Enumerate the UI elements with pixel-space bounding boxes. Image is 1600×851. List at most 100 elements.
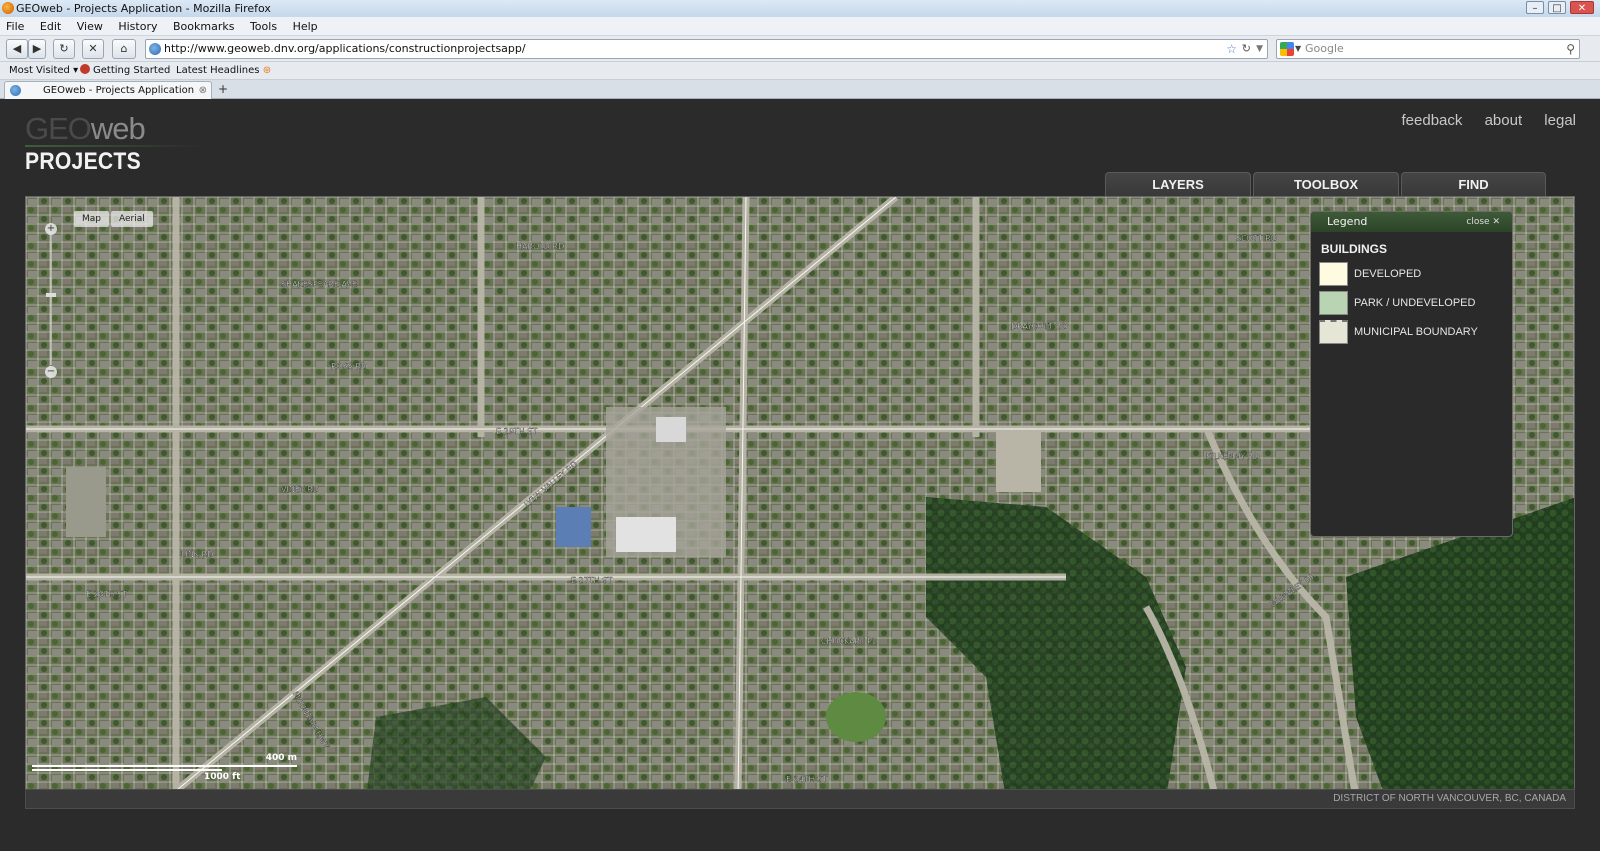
google-icon xyxy=(1280,42,1294,56)
tab-favicon-icon xyxy=(10,85,21,96)
bookmark-star-icon[interactable]: ☆ xyxy=(1226,40,1237,58)
geoweb-logo[interactable]: GEOweb xyxy=(25,111,146,147)
back-arrow-icon: ◀ xyxy=(12,42,22,55)
firefox-bookmark-icon xyxy=(80,64,90,74)
street-label: E 24TH ST xyxy=(786,775,827,784)
logo-web-text: web xyxy=(90,111,146,146)
logo-underline xyxy=(25,145,205,147)
firefox-icon xyxy=(2,2,14,14)
street-label: DRAYCOTT RD xyxy=(1011,322,1067,331)
street-label: HAROLD RD xyxy=(516,242,564,251)
street-label: SHAKESPEARE AVE xyxy=(281,280,357,289)
menu-tools[interactable]: Tools xyxy=(244,17,283,36)
legend-close-button[interactable]: close ✕ xyxy=(1466,212,1500,232)
legend-panel: Legend close ✕ BUILDINGS DEVELOPED PARK … xyxy=(1310,211,1513,537)
tab-close-icon[interactable]: ⊗ xyxy=(199,82,207,99)
stop-button[interactable]: ✕ xyxy=(82,39,104,59)
map-type-toggle: Map Aerial xyxy=(74,211,153,227)
legal-link[interactable]: legal xyxy=(1544,112,1576,129)
url-text: http://www.geoweb.dnv.org/applications/c… xyxy=(164,42,526,55)
menu-edit[interactable]: Edit xyxy=(34,17,67,36)
scale-bar-imperial xyxy=(32,769,222,771)
browser-tab[interactable]: GEOweb - Projects Application ⊗ xyxy=(4,81,212,99)
site-globe-icon xyxy=(149,43,161,55)
menu-history[interactable]: History xyxy=(112,17,163,36)
legend-swatch xyxy=(1319,262,1348,286)
street-label: ROSS RD xyxy=(331,362,367,371)
minimize-icon[interactable]: – xyxy=(1526,1,1544,14)
search-bar[interactable]: ▼ Google ⚲ xyxy=(1276,39,1580,59)
window-controls: – □ ✕ xyxy=(1526,1,1594,14)
street-label: SCOTT RD xyxy=(1236,234,1277,243)
tab-toolbox[interactable]: TOOLBOX xyxy=(1253,172,1399,197)
search-engine-dropdown-icon[interactable]: ▼ xyxy=(1295,40,1301,58)
street-label: LINK RD xyxy=(181,550,213,559)
legend-swatch xyxy=(1319,320,1348,344)
legend-label: MUNICIPAL BOUNDARY xyxy=(1354,326,1478,338)
reload-icon: ↻ xyxy=(59,42,69,55)
feedback-link[interactable]: feedback xyxy=(1402,112,1463,129)
zoom-slider-handle[interactable] xyxy=(46,293,56,297)
stop-icon: ✕ xyxy=(88,42,98,55)
rss-icon: ⊛ xyxy=(262,65,272,76)
close-icon[interactable]: ✕ xyxy=(1570,1,1594,14)
street-label: E 28TH ST xyxy=(86,590,127,599)
legend-item-developed: DEVELOPED xyxy=(1319,262,1512,286)
street-label: E 29TH ST xyxy=(496,427,537,436)
menu-file[interactable]: File xyxy=(0,17,30,36)
street-label: KILKENNY RD xyxy=(1206,452,1259,461)
tab-title: GEOweb - Projects Application xyxy=(43,85,195,96)
aerial-view-button[interactable]: Aerial xyxy=(111,211,153,227)
app-title: PROJECTS xyxy=(25,148,141,175)
legend-item-boundary: MUNICIPAL BOUNDARY xyxy=(1319,320,1512,344)
street-label: CHUCKART PL xyxy=(821,637,877,646)
bookmark-most-visited[interactable]: Most Visited ▾ xyxy=(9,62,78,80)
tab-find[interactable]: FIND xyxy=(1401,172,1546,197)
scale-bar-metric xyxy=(32,765,297,767)
about-link[interactable]: about xyxy=(1485,112,1523,129)
zoom-in-icon[interactable]: + xyxy=(45,223,57,235)
forward-button[interactable]: ▶ xyxy=(28,39,46,59)
tab-strip: GEOweb - Projects Application ⊗ + xyxy=(0,80,1600,99)
home-button[interactable]: ⌂ xyxy=(112,39,136,59)
zoom-control: + − xyxy=(44,223,58,378)
menu-bar: File Edit View History Bookmarks Tools H… xyxy=(0,17,1600,36)
zoom-out-icon[interactable]: − xyxy=(45,366,57,378)
street-label: E 27TH ST xyxy=(571,576,612,585)
reload-button[interactable]: ↻ xyxy=(53,39,75,59)
menu-bookmarks[interactable]: Bookmarks xyxy=(167,17,240,36)
legend-header: Legend close ✕ xyxy=(1311,212,1512,232)
forward-arrow-icon: ▶ xyxy=(32,42,42,55)
footer-bar: DISTRICT OF NORTH VANCOUVER, BC, CANADA xyxy=(25,789,1575,809)
legend-header-title: Legend xyxy=(1327,215,1368,228)
back-button[interactable]: ◀ xyxy=(6,39,28,59)
menu-view[interactable]: View xyxy=(71,17,109,36)
legend-item-park: PARK / UNDEVELOPED xyxy=(1319,291,1512,315)
window-title: GEOweb - Projects Application - Mozilla … xyxy=(16,2,271,15)
url-dropdown-icon[interactable]: ▼ xyxy=(1256,40,1263,58)
street-label: VINEY RD xyxy=(281,485,319,494)
search-placeholder: Google xyxy=(1305,42,1344,55)
scale-imperial-label: 1000 ft xyxy=(204,772,241,782)
maximize-icon[interactable]: □ xyxy=(1548,1,1566,14)
home-icon: ⌂ xyxy=(120,42,128,55)
legend-swatch xyxy=(1319,291,1348,315)
bookmark-latest-headlines[interactable]: Latest Headlines ⊛ xyxy=(176,62,271,80)
scale-bar: 400 m 1000 ft xyxy=(32,753,297,782)
logo-geo-text: GEO xyxy=(25,111,92,146)
footer-text: DISTRICT OF NORTH VANCOUVER, BC, CANADA xyxy=(1333,793,1566,804)
bookmark-label: Most Visited xyxy=(9,65,70,76)
menu-help[interactable]: Help xyxy=(287,17,324,36)
new-tab-button[interactable]: + xyxy=(216,81,230,97)
url-bar[interactable]: http://www.geoweb.dnv.org/applications/c… xyxy=(145,39,1268,59)
bookmark-getting-started[interactable]: Getting Started xyxy=(80,62,170,80)
zoom-track[interactable] xyxy=(50,235,52,365)
bookmark-label: Getting Started xyxy=(93,65,171,76)
map-view-button[interactable]: Map xyxy=(74,211,109,227)
bookmark-label: Latest Headlines xyxy=(176,65,260,76)
top-links: feedback about legal xyxy=(1384,112,1576,129)
search-icon[interactable]: ⚲ xyxy=(1566,40,1575,58)
tab-layers[interactable]: LAYERS xyxy=(1105,172,1251,197)
reload-small-icon[interactable]: ↻ xyxy=(1242,40,1251,58)
legend-label: PARK / UNDEVELOPED xyxy=(1354,297,1476,309)
